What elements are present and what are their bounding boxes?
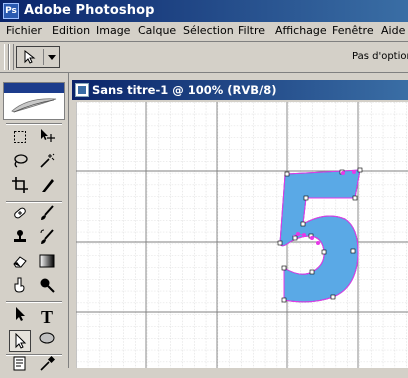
direct-selection-icon <box>24 50 36 64</box>
direct-selection-tool-icon <box>15 332 27 349</box>
menu-calque[interactable]: Calque <box>138 24 176 37</box>
menu-edition[interactable]: Edition <box>52 24 90 37</box>
document-canvas[interactable] <box>76 102 408 368</box>
chevron-down-icon <box>48 55 56 60</box>
gradient-tool-icon <box>39 254 55 268</box>
menu-image[interactable]: Image <box>96 24 130 37</box>
notes-tool-icon <box>13 356 26 371</box>
menu-selection[interactable]: Sélection <box>183 24 234 37</box>
feather-icon <box>11 98 57 113</box>
ellipse-tool[interactable] <box>36 330 58 352</box>
move-tool[interactable] <box>36 128 58 150</box>
tool-preset-picker[interactable] <box>16 46 60 68</box>
stamp-tool[interactable] <box>9 229 31 251</box>
healing-brush-tool[interactable] <box>9 205 31 227</box>
crop-tool[interactable] <box>9 177 31 199</box>
toolbox-header[interactable] <box>3 82 65 120</box>
magic-wand-tool-icon <box>40 153 55 168</box>
preset-separator <box>43 49 44 65</box>
path-selection-tool[interactable] <box>9 306 31 328</box>
healing-brush-tool-icon <box>14 207 26 219</box>
document-title: Sans titre-1 @ 100% (RVB/8) <box>92 83 277 97</box>
menu-filtre[interactable]: Filtre <box>238 24 265 37</box>
type-tool-icon: T <box>40 307 53 327</box>
document-icon <box>75 83 89 97</box>
app-titlebar: Ps Adobe Photoshop <box>0 0 408 22</box>
direct-selection-tool[interactable] <box>9 330 31 352</box>
ellipse-tool-icon <box>39 332 55 344</box>
eraser-tool[interactable] <box>9 253 31 275</box>
stamp-tool-icon <box>14 230 26 242</box>
dodge-tool-icon <box>40 278 55 293</box>
move-tool-icon <box>41 129 55 142</box>
eraser-tool-icon <box>13 256 27 268</box>
canvas-drawing <box>76 102 408 368</box>
document-window: Sans titre-1 @ 100% (RVB/8) <box>72 80 408 368</box>
menu-affichage[interactable]: Affichage <box>275 24 327 37</box>
toolbox-panel: T <box>0 73 69 371</box>
gradient-tool[interactable] <box>36 253 58 275</box>
notes-tool[interactable] <box>9 356 31 378</box>
toolbox-header-band <box>4 83 64 93</box>
toolbox-separator <box>6 123 62 125</box>
app-title: Adobe Photoshop <box>24 3 155 18</box>
dodge-tool[interactable] <box>36 277 58 299</box>
brush-tool-icon <box>41 205 54 220</box>
history-brush-tool-icon <box>40 229 54 244</box>
document-titlebar[interactable]: Sans titre-1 @ 100% (RVB/8) <box>72 80 408 100</box>
marquee-tool[interactable] <box>9 128 31 150</box>
slice-tool[interactable] <box>36 177 58 199</box>
no-options-label: Pas d'option <box>352 51 408 62</box>
magic-wand-tool[interactable] <box>36 153 58 175</box>
options-bar-grip-secondary[interactable] <box>9 44 14 70</box>
history-brush-tool[interactable] <box>36 229 58 251</box>
path-selection-tool-icon <box>16 307 25 321</box>
eyedropper-tool-icon <box>40 355 56 371</box>
type-tool[interactable]: T <box>36 306 58 328</box>
marquee-tool-icon <box>14 131 26 143</box>
number-five-shape <box>279 169 361 303</box>
brush-tool[interactable] <box>36 205 58 227</box>
toolbox-separator <box>6 201 62 203</box>
lasso-tool-icon <box>14 154 28 168</box>
options-bar: Pas d'option <box>0 42 408 73</box>
toolbox-separator <box>6 301 62 303</box>
menu-aide[interactable]: Aide <box>381 24 405 37</box>
menu-fichier[interactable]: Fichier <box>6 24 42 37</box>
smudge-tool[interactable] <box>9 277 31 299</box>
menu-bar: Fichier Edition Image Calque Sélection F… <box>0 22 408 42</box>
eyedropper-tool[interactable] <box>36 355 58 378</box>
photoshop-logo-icon: Ps <box>3 3 19 19</box>
lasso-tool[interactable] <box>9 153 31 175</box>
smudge-tool-icon <box>14 277 25 293</box>
crop-tool-icon <box>12 177 28 193</box>
menu-fenetre[interactable]: Fenêtre <box>332 24 374 37</box>
slice-tool-icon <box>42 179 54 192</box>
